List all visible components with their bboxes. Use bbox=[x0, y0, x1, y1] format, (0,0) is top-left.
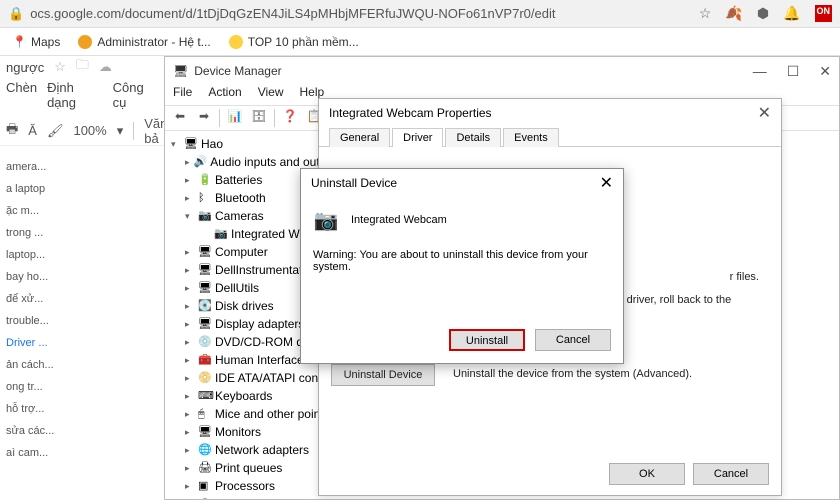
ext-icon-2[interactable]: ⬢ bbox=[757, 5, 769, 22]
tree-node[interactable]: ▸🔒Security devices bbox=[169, 495, 333, 499]
uninstall-title: Uninstall Device bbox=[311, 176, 397, 190]
tb-icon[interactable]: ❓ bbox=[281, 109, 299, 127]
outline-item[interactable]: trong ... bbox=[6, 222, 158, 244]
webcam-icon: 📷 bbox=[313, 207, 339, 233]
maximize-button[interactable]: ☐ bbox=[787, 63, 800, 80]
tree-node[interactable]: ▸🌐Network adapters bbox=[169, 441, 333, 459]
doc-title[interactable]: ngược bbox=[6, 60, 44, 75]
uninstall-device-button[interactable]: Uninstall Device bbox=[331, 364, 435, 386]
star-icon[interactable]: ☆ bbox=[699, 5, 712, 22]
tb-icon[interactable]: 📊 bbox=[226, 109, 244, 127]
device-name: Integrated Webcam bbox=[351, 214, 447, 226]
properties-tabs: General Driver Details Events bbox=[319, 127, 781, 147]
close-button[interactable]: ✕ bbox=[819, 63, 831, 80]
cancel-button[interactable]: Cancel bbox=[693, 463, 769, 485]
tree-node[interactable]: ▸⌨Keyboards bbox=[169, 387, 333, 405]
forward-button[interactable]: ➡ bbox=[195, 109, 213, 127]
maps-icon: 📍 bbox=[12, 35, 26, 49]
outline-item[interactable]: aì cam... bbox=[6, 442, 158, 464]
uninstall-confirm-button[interactable]: Uninstall bbox=[449, 329, 525, 351]
bookmark-admin[interactable]: Administrator - Hệ t... bbox=[78, 35, 210, 49]
bookmark-top10[interactable]: TOP 10 phần mềm... bbox=[229, 35, 359, 49]
tree-node[interactable]: ▸▣Processors bbox=[169, 477, 333, 495]
outline-item[interactable]: Driver ... bbox=[6, 332, 158, 354]
menu-view[interactable]: View bbox=[258, 85, 284, 105]
tab-driver[interactable]: Driver bbox=[392, 128, 443, 147]
tree-node[interactable]: ▸🖥Monitors bbox=[169, 423, 333, 441]
outline-item[interactable]: hỗ trợ... bbox=[6, 398, 158, 420]
url-text[interactable]: ocs.google.com/document/d/1tDjDqGzEN4JiL… bbox=[30, 6, 555, 21]
menu-format[interactable]: Định dạng bbox=[47, 80, 103, 110]
folder-icon[interactable]: 🗀 bbox=[76, 56, 89, 78]
outline-item[interactable]: a laptop bbox=[6, 178, 158, 200]
uninstall-cancel-button[interactable]: Cancel bbox=[535, 329, 611, 351]
outline-item[interactable]: bay ho... bbox=[6, 266, 158, 288]
zoom-level[interactable]: 100% bbox=[73, 123, 106, 138]
lock-icon: 🔒 bbox=[8, 6, 24, 22]
outline-item[interactable]: ản cách... bbox=[6, 354, 158, 376]
tree-node[interactable]: ▸🖨Print queues bbox=[169, 459, 333, 477]
menu-file[interactable]: File bbox=[173, 85, 192, 105]
paint-icon[interactable]: 🖌 bbox=[47, 123, 64, 139]
spellcheck-icon[interactable]: Ă bbox=[28, 123, 37, 138]
uninstall-desc: Uninstall the device from the system (Ad… bbox=[453, 367, 769, 381]
ok-button[interactable]: OK bbox=[609, 463, 685, 485]
bookmark-bar: 📍Maps Administrator - Hệ t... TOP 10 phầ… bbox=[0, 28, 840, 56]
outline-item[interactable]: ặc m... bbox=[6, 200, 158, 222]
menu-insert[interactable]: Chèn bbox=[6, 80, 37, 110]
top10-icon bbox=[229, 35, 243, 49]
minimize-button[interactable]: — bbox=[753, 63, 767, 80]
doc-outline: amera...a laptopặc m...trong ...laptop..… bbox=[0, 146, 164, 474]
tb-icon[interactable]: 🗄 bbox=[250, 109, 268, 127]
tree-node[interactable]: ▸📀IDE ATA/ATAPI contr bbox=[169, 369, 333, 387]
cloud-icon[interactable]: ☁ bbox=[99, 59, 112, 75]
outline-item[interactable]: laptop... bbox=[6, 244, 158, 266]
admin-icon bbox=[78, 35, 92, 49]
google-doc-sidebar: ngược ☆ 🗀 ☁ Chèn Định dạng Công cụ 🖶 Ă 🖌… bbox=[0, 56, 164, 500]
properties-title: Integrated Webcam Properties bbox=[329, 106, 492, 120]
extension-icons: ☆ 🍂 ⬢ 🔔 ON bbox=[699, 5, 832, 22]
tab-events[interactable]: Events bbox=[503, 128, 559, 147]
window-icon: 🖥 bbox=[173, 64, 188, 78]
tree-node[interactable]: ▸🖱Mice and other pointin bbox=[169, 405, 333, 423]
outline-item[interactable]: sửa các... bbox=[6, 420, 158, 442]
doc-menu-bar: Chèn Định dạng Công cụ bbox=[0, 78, 164, 112]
tab-details[interactable]: Details bbox=[445, 128, 501, 147]
menu-tools[interactable]: Công cụ bbox=[113, 80, 158, 110]
print-icon[interactable]: 🖶 bbox=[6, 120, 18, 142]
tree-root[interactable]: ▾🖥Hao bbox=[169, 135, 333, 153]
doc-toolbar: 🖶 Ă 🖌 100%▾ Văn bả bbox=[0, 116, 164, 146]
device-manager-titlebar: 🖥 Device Manager — ☐ ✕ bbox=[165, 57, 839, 85]
ext-icon-3[interactable]: 🔔 bbox=[783, 5, 800, 22]
close-icon[interactable]: ✕ bbox=[758, 103, 771, 123]
uninstall-titlebar: Uninstall Device ✕ bbox=[301, 169, 623, 197]
ext-icon-4[interactable]: ON bbox=[815, 5, 833, 22]
ext-icon-1[interactable]: 🍂 bbox=[725, 5, 742, 22]
uninstall-device-dialog: Uninstall Device ✕ 📷 Integrated Webcam W… bbox=[300, 168, 624, 364]
bookmark-maps[interactable]: 📍Maps bbox=[12, 35, 60, 49]
back-button[interactable]: ⬅ bbox=[171, 109, 189, 127]
outline-item[interactable]: ong tr... bbox=[6, 376, 158, 398]
outline-item[interactable]: để xử... bbox=[6, 288, 158, 310]
window-title: Device Manager bbox=[194, 64, 281, 78]
warning-text: Warning: You are about to uninstall this… bbox=[313, 249, 611, 273]
menu-action[interactable]: Action bbox=[208, 85, 241, 105]
tab-general[interactable]: General bbox=[329, 128, 390, 147]
properties-titlebar: Integrated Webcam Properties ✕ bbox=[319, 99, 781, 127]
star-icon[interactable]: ☆ bbox=[54, 59, 66, 75]
outline-item[interactable]: trouble... bbox=[6, 310, 158, 332]
browser-address-bar: 🔒 ocs.google.com/document/d/1tDjDqGzEN4J… bbox=[0, 0, 840, 28]
outline-item[interactable]: amera... bbox=[6, 156, 158, 178]
close-icon[interactable]: ✕ bbox=[600, 173, 613, 193]
